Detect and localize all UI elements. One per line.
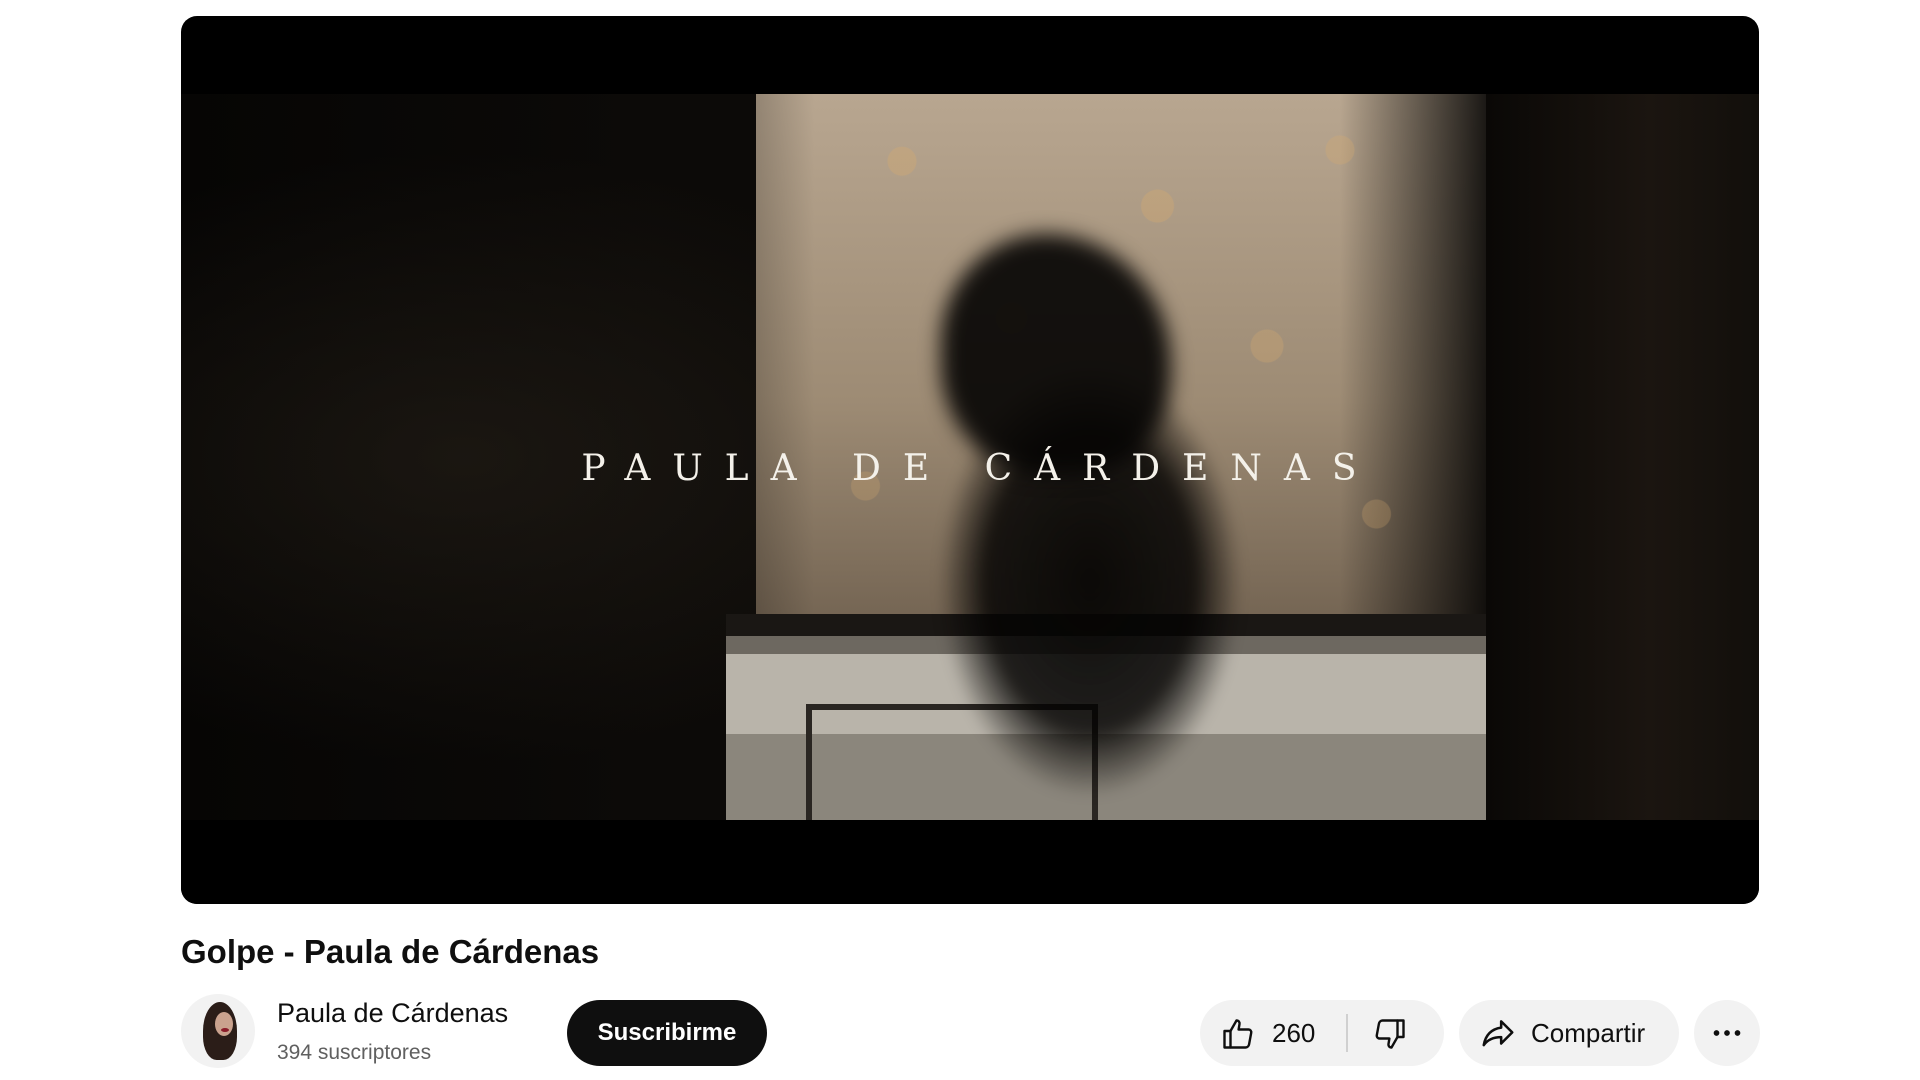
more-horizontal-icon [1713, 1030, 1741, 1036]
more-actions-button[interactable] [1694, 1000, 1760, 1066]
video-overlay-title: PAULA DE CÁRDENAS [581, 448, 1379, 489]
letterbox-bottom [181, 820, 1759, 904]
video-title: Golpe - Paula de Cárdenas [181, 933, 600, 970]
channel-name[interactable]: Paula de Cárdenas [277, 996, 508, 1030]
avatar-face [215, 1012, 233, 1036]
channel-avatar[interactable] [181, 994, 255, 1068]
like-dislike-group: 260 [1200, 1000, 1444, 1066]
watch-page: PAULA DE CÁRDENAS Golpe - Paula de Cárde… [0, 0, 1920, 1080]
share-arrow-icon [1482, 1020, 1514, 1047]
thumbs-up-icon [1223, 1019, 1253, 1049]
video-player[interactable]: PAULA DE CÁRDENAS [181, 16, 1759, 904]
share-label: Compartir [1531, 1018, 1646, 1048]
subscribe-button[interactable]: Suscribirme [567, 1000, 767, 1066]
subscriber-count: 394 suscriptores [277, 1041, 432, 1064]
dislike-button[interactable] [1348, 1000, 1444, 1066]
thumbs-down-icon [1375, 1019, 1405, 1049]
share-button[interactable]: Compartir [1459, 1000, 1679, 1066]
avatar-lips [221, 1028, 229, 1032]
like-button[interactable]: 260 [1200, 1000, 1346, 1066]
like-count: 260 [1272, 1018, 1316, 1048]
